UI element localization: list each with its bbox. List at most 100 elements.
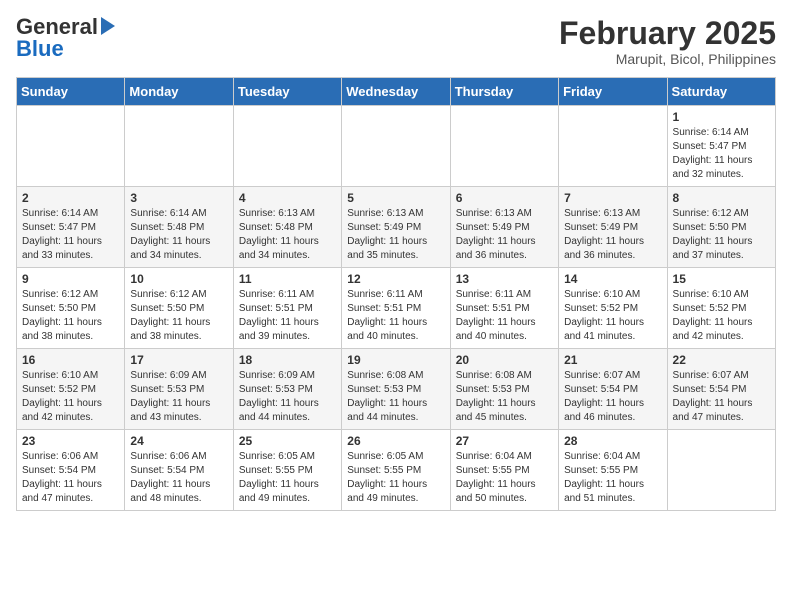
day-info: Sunrise: 6:13 AM Sunset: 5:49 PM Dayligh… (347, 207, 444, 263)
calendar-cell: 3 Sunrise: 6:14 AM Sunset: 5:48 PM Daylig… (125, 187, 233, 268)
location-subtitle: Marupit, Bicol, Philippines (559, 51, 776, 67)
day-info: Sunrise: 6:05 AM Sunset: 5:55 PM Dayligh… (239, 450, 336, 506)
month-year-title: February 2025 (559, 16, 776, 51)
day-info: Sunrise: 6:14 AM Sunset: 5:48 PM Dayligh… (130, 207, 227, 263)
calendar-cell: 26 Sunrise: 6:05 AM Sunset: 5:55 PM Dayli… (342, 430, 450, 511)
day-number: 12 (347, 272, 444, 286)
day-number: 26 (347, 434, 444, 448)
calendar-cell: 17 Sunrise: 6:09 AM Sunset: 5:53 PM Dayli… (125, 349, 233, 430)
calendar-cell: 9Sunrise: 6:12 AM Sunset: 5:50 PM Daylig… (17, 268, 125, 349)
day-number: 13 (456, 272, 553, 286)
day-info: Sunrise: 6:13 AM Sunset: 5:49 PM Dayligh… (564, 207, 661, 263)
day-info: Sunrise: 6:07 AM Sunset: 5:54 PM Dayligh… (564, 369, 661, 425)
calendar-cell: 15Sunrise: 6:10 AM Sunset: 5:52 PM Dayli… (667, 268, 775, 349)
day-number: 3 (130, 191, 227, 205)
day-info: Sunrise: 6:06 AM Sunset: 5:54 PM Dayligh… (22, 450, 119, 506)
calendar-cell: 21 Sunrise: 6:07 AM Sunset: 5:54 PM Dayli… (559, 349, 667, 430)
day-info: Sunrise: 6:09 AM Sunset: 5:53 PM Dayligh… (239, 369, 336, 425)
calendar-cell: 2 Sunrise: 6:14 AM Sunset: 5:47 PM Daylig… (17, 187, 125, 268)
day-info: Sunrise: 6:12 AM Sunset: 5:50 PM Dayligh… (673, 207, 770, 263)
day-number: 27 (456, 434, 553, 448)
day-number: 21 (564, 353, 661, 367)
day-number: 5 (347, 191, 444, 205)
calendar-cell (450, 106, 558, 187)
calendar-cell: 1 Sunrise: 6:14 AM Sunset: 5:47 PM Daylig… (667, 106, 775, 187)
calendar-cell: 7 Sunrise: 6:13 AM Sunset: 5:49 PM Daylig… (559, 187, 667, 268)
calendar-cell: 6 Sunrise: 6:13 AM Sunset: 5:49 PM Daylig… (450, 187, 558, 268)
day-number: 10 (130, 272, 227, 286)
day-info: Sunrise: 6:13 AM Sunset: 5:48 PM Dayligh… (239, 207, 336, 263)
day-number: 20 (456, 353, 553, 367)
day-number: 19 (347, 353, 444, 367)
day-info: Sunrise: 6:06 AM Sunset: 5:54 PM Dayligh… (130, 450, 227, 506)
calendar-header-saturday: Saturday (667, 78, 775, 106)
day-number: 11 (239, 272, 336, 286)
day-number: 17 (130, 353, 227, 367)
calendar-cell: 18 Sunrise: 6:09 AM Sunset: 5:53 PM Dayli… (233, 349, 341, 430)
calendar-cell (125, 106, 233, 187)
day-number: 23 (22, 434, 119, 448)
calendar-cell: 16Sunrise: 6:10 AM Sunset: 5:52 PM Dayli… (17, 349, 125, 430)
calendar-cell: 10 Sunrise: 6:12 AM Sunset: 5:50 PM Dayli… (125, 268, 233, 349)
calendar-cell: 23 Sunrise: 6:06 AM Sunset: 5:54 PM Dayli… (17, 430, 125, 511)
calendar-week-4: 16Sunrise: 6:10 AM Sunset: 5:52 PM Dayli… (17, 349, 776, 430)
calendar-cell: 20 Sunrise: 6:08 AM Sunset: 5:53 PM Dayli… (450, 349, 558, 430)
calendar-cell: 12Sunrise: 6:11 AM Sunset: 5:51 PM Dayli… (342, 268, 450, 349)
day-number: 1 (673, 110, 770, 124)
calendar-cell (233, 106, 341, 187)
day-number: 28 (564, 434, 661, 448)
calendar-cell: 28Sunrise: 6:04 AM Sunset: 5:55 PM Dayli… (559, 430, 667, 511)
day-info: Sunrise: 6:10 AM Sunset: 5:52 PM Dayligh… (22, 369, 119, 425)
calendar-cell: 22 Sunrise: 6:07 AM Sunset: 5:54 PM Dayli… (667, 349, 775, 430)
calendar-cell: 25 Sunrise: 6:05 AM Sunset: 5:55 PM Dayli… (233, 430, 341, 511)
day-number: 22 (673, 353, 770, 367)
calendar-header-sunday: Sunday (17, 78, 125, 106)
calendar-header-thursday: Thursday (450, 78, 558, 106)
day-info: Sunrise: 6:09 AM Sunset: 5:53 PM Dayligh… (130, 369, 227, 425)
day-info: Sunrise: 6:08 AM Sunset: 5:53 PM Dayligh… (456, 369, 553, 425)
calendar-cell (667, 430, 775, 511)
day-info: Sunrise: 6:11 AM Sunset: 5:51 PM Dayligh… (239, 288, 336, 344)
calendar-week-1: 1 Sunrise: 6:14 AM Sunset: 5:47 PM Daylig… (17, 106, 776, 187)
calendar-cell (17, 106, 125, 187)
day-info: Sunrise: 6:05 AM Sunset: 5:55 PM Dayligh… (347, 450, 444, 506)
calendar-week-2: 2 Sunrise: 6:14 AM Sunset: 5:47 PM Daylig… (17, 187, 776, 268)
calendar-cell (559, 106, 667, 187)
calendar-cell (342, 106, 450, 187)
day-number: 24 (130, 434, 227, 448)
calendar-cell: 8 Sunrise: 6:12 AM Sunset: 5:50 PM Daylig… (667, 187, 775, 268)
calendar-header-row: SundayMondayTuesdayWednesdayThursdayFrid… (17, 78, 776, 106)
day-number: 25 (239, 434, 336, 448)
day-number: 7 (564, 191, 661, 205)
logo-blue-text: Blue (16, 38, 115, 60)
day-number: 18 (239, 353, 336, 367)
calendar-cell: 19 Sunrise: 6:08 AM Sunset: 5:53 PM Dayli… (342, 349, 450, 430)
day-number: 9 (22, 272, 119, 286)
calendar-cell: 5 Sunrise: 6:13 AM Sunset: 5:49 PM Daylig… (342, 187, 450, 268)
calendar-week-5: 23 Sunrise: 6:06 AM Sunset: 5:54 PM Dayli… (17, 430, 776, 511)
day-info: Sunrise: 6:14 AM Sunset: 5:47 PM Dayligh… (22, 207, 119, 263)
calendar-cell: 14Sunrise: 6:10 AM Sunset: 5:52 PM Dayli… (559, 268, 667, 349)
day-info: Sunrise: 6:10 AM Sunset: 5:52 PM Dayligh… (564, 288, 661, 344)
day-number: 2 (22, 191, 119, 205)
day-info: Sunrise: 6:14 AM Sunset: 5:47 PM Dayligh… (673, 126, 770, 182)
calendar-table: SundayMondayTuesdayWednesdayThursdayFrid… (16, 77, 776, 511)
day-info: Sunrise: 6:13 AM Sunset: 5:49 PM Dayligh… (456, 207, 553, 263)
day-number: 4 (239, 191, 336, 205)
logo: General Blue (16, 16, 115, 60)
day-info: Sunrise: 6:12 AM Sunset: 5:50 PM Dayligh… (130, 288, 227, 344)
calendar-cell: 27 Sunrise: 6:04 AM Sunset: 5:55 PM Dayli… (450, 430, 558, 511)
calendar-header-wednesday: Wednesday (342, 78, 450, 106)
day-info: Sunrise: 6:10 AM Sunset: 5:52 PM Dayligh… (673, 288, 770, 344)
day-number: 8 (673, 191, 770, 205)
calendar-header-friday: Friday (559, 78, 667, 106)
day-info: Sunrise: 6:04 AM Sunset: 5:55 PM Dayligh… (456, 450, 553, 506)
logo-triangle-icon (101, 17, 115, 35)
calendar-cell: 4 Sunrise: 6:13 AM Sunset: 5:48 PM Daylig… (233, 187, 341, 268)
calendar-cell: 13Sunrise: 6:11 AM Sunset: 5:51 PM Dayli… (450, 268, 558, 349)
day-info: Sunrise: 6:08 AM Sunset: 5:53 PM Dayligh… (347, 369, 444, 425)
day-number: 6 (456, 191, 553, 205)
day-info: Sunrise: 6:07 AM Sunset: 5:54 PM Dayligh… (673, 369, 770, 425)
calendar-week-3: 9 Sunrise: 6:12 AM Sunset: 5:50 PM Daylig… (17, 268, 776, 349)
logo-general-text: General (16, 16, 98, 38)
